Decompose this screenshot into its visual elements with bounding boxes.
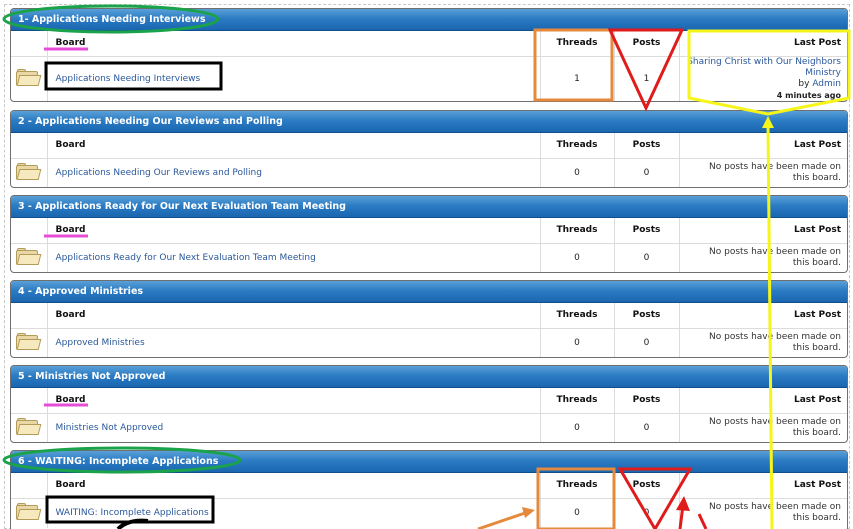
no-posts-message: No posts have been made on this board. — [678, 412, 847, 442]
board-link[interactable]: Approved Ministries — [46, 327, 540, 357]
threads-count: 0 — [539, 242, 614, 272]
folder-icon — [16, 248, 42, 266]
threads-column-header: Threads — [539, 303, 614, 328]
board-row: Applications Needing Our Reviews and Pol… — [11, 157, 847, 187]
last-post-column-header: Last Post — [678, 388, 847, 413]
category-title[interactable]: 5 - Ministries Not Approved — [11, 366, 847, 388]
last-post-column-header: Last Post — [678, 303, 847, 328]
board-link[interactable]: Ministries Not Approved — [46, 412, 540, 442]
posts-count: 0 — [613, 497, 679, 528]
board-link[interactable]: Applications Needing Interviews — [46, 55, 540, 101]
posts-count: 0 — [613, 157, 679, 187]
folder-icon — [16, 163, 42, 181]
threads-column-header: Threads — [539, 133, 614, 158]
threads-column-header: Threads — [539, 473, 614, 498]
threads-column-header: Threads — [539, 218, 614, 243]
board-column-header: Board — [46, 31, 540, 56]
folder-icon — [16, 503, 42, 521]
posts-count: 0 — [613, 242, 679, 272]
last-post-author-link[interactable]: Admin — [812, 79, 841, 89]
posts-column-header: Posts — [613, 473, 679, 498]
category-title[interactable]: 1- Applications Needing Interviews — [11, 9, 847, 31]
no-posts-message: No posts have been made on this board. — [678, 497, 847, 528]
column-header-row: Board Threads Posts Last Post — [11, 388, 847, 413]
board-row: Applications Ready for Our Next Evaluati… — [11, 242, 847, 272]
last-post-column-header: Last Post — [678, 218, 847, 243]
last-post-by: by Admin — [798, 78, 841, 89]
threads-count: 0 — [539, 497, 614, 528]
threads-count: 0 — [539, 157, 614, 187]
board-column-header: Board — [46, 388, 540, 413]
threads-count: 0 — [539, 412, 614, 442]
board-row: Approved Ministries 0 0 No posts have be… — [11, 327, 847, 357]
folder-icon — [16, 68, 42, 86]
no-posts-message: No posts have been made on this board. — [678, 157, 847, 187]
board-row: WAITING: Incomplete Applications 0 0 No … — [11, 497, 847, 528]
last-post-column-header: Last Post — [678, 31, 847, 56]
last-post-time: 4 minutes ago — [776, 90, 841, 100]
category-title[interactable]: 2 - Applications Needing Our Reviews and… — [11, 111, 847, 133]
threads-count: 0 — [539, 327, 614, 357]
column-header-row: Board Threads Posts Last Post — [11, 133, 847, 158]
last-post-cell: Sharing Christ with Our Neighbors Minist… — [678, 55, 847, 101]
category-title[interactable]: 4 - Approved Ministries — [11, 281, 847, 303]
board-column-header: Board — [46, 133, 540, 158]
posts-column-header: Posts — [613, 31, 679, 56]
threads-count: 1 — [539, 55, 614, 101]
board-column-header: Board — [46, 473, 540, 498]
posts-column-header: Posts — [613, 303, 679, 328]
column-header-row: Board Threads Posts Last Post — [11, 31, 847, 56]
category-1: 1- Applications Needing Interviews Board… — [10, 8, 848, 102]
board-column-header: Board — [46, 218, 540, 243]
board-link[interactable]: Applications Ready for Our Next Evaluati… — [46, 242, 540, 272]
board-column-header: Board — [46, 303, 540, 328]
column-header-row: Board Threads Posts Last Post — [11, 218, 847, 243]
board-link[interactable]: Applications Needing Our Reviews and Pol… — [46, 157, 540, 187]
posts-count: 1 — [613, 55, 679, 101]
category-5: 5 - Ministries Not Approved Board Thread… — [10, 365, 848, 443]
threads-column-header: Threads — [539, 31, 614, 56]
no-posts-message: No posts have been made on this board. — [678, 327, 847, 357]
category-title[interactable]: 3 - Applications Ready for Our Next Eval… — [11, 196, 847, 218]
category-2: 2 - Applications Needing Our Reviews and… — [10, 110, 848, 188]
folder-icon — [16, 418, 42, 436]
posts-column-header: Posts — [613, 218, 679, 243]
last-post-topic-link[interactable]: Sharing Christ with Our Neighbors Minist… — [680, 57, 841, 79]
category-title[interactable]: 6 - WAITING: Incomplete Applications — [11, 451, 847, 473]
column-header-row: Board Threads Posts Last Post — [11, 303, 847, 328]
posts-count: 0 — [613, 412, 679, 442]
category-6: 6 - WAITING: Incomplete Applications Boa… — [10, 450, 848, 529]
posts-column-header: Posts — [613, 388, 679, 413]
category-3: 3 - Applications Ready for Our Next Eval… — [10, 195, 848, 273]
board-link[interactable]: WAITING: Incomplete Applications — [46, 497, 540, 528]
last-post-column-header: Last Post — [678, 473, 847, 498]
board-row: Ministries Not Approved 0 0 No posts hav… — [11, 412, 847, 442]
posts-count: 0 — [613, 327, 679, 357]
column-header-row: Board Threads Posts Last Post — [11, 473, 847, 498]
category-4: 4 - Approved Ministries Board Threads Po… — [10, 280, 848, 358]
no-posts-message: No posts have been made on this board. — [678, 242, 847, 272]
folder-icon — [16, 333, 42, 351]
threads-column-header: Threads — [539, 388, 614, 413]
last-post-column-header: Last Post — [678, 133, 847, 158]
posts-column-header: Posts — [613, 133, 679, 158]
board-row: Applications Needing Interviews 1 1 Shar… — [11, 55, 847, 101]
